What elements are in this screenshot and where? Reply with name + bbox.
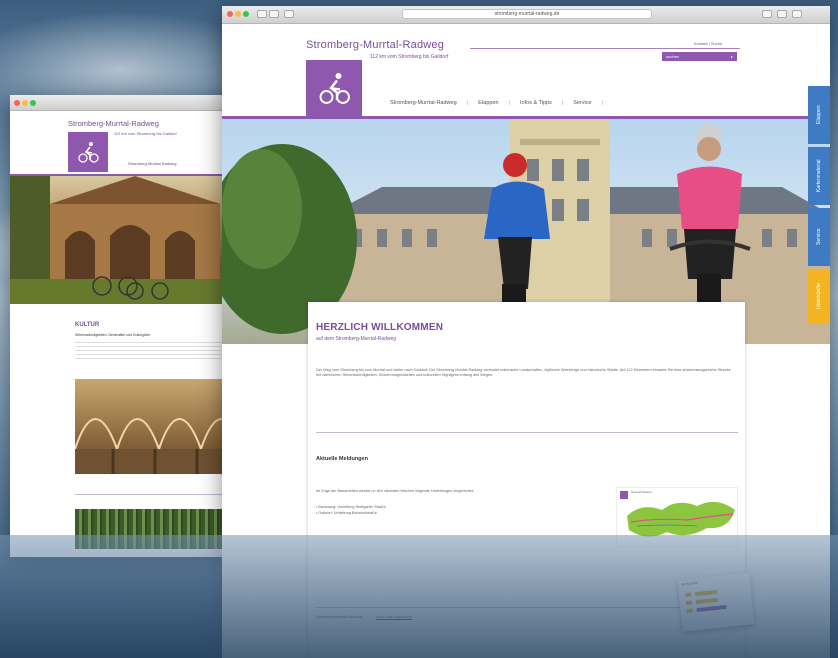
back-subtitle: 112 km vom Stromberg bis Gaildorf <box>114 131 177 136</box>
back-body-text <box>75 339 230 361</box>
content-divider <box>316 432 738 433</box>
back-nav-button[interactable] <box>257 10 267 18</box>
back-browser-window: Stromberg-Murrtal-Radweg 112 km vom Stro… <box>10 95 240 557</box>
back-section-subtitle: Sehenswürdigkeiten, Denkmäler und Kultur… <box>75 333 151 337</box>
share-button[interactable] <box>762 10 772 18</box>
address-bar[interactable]: stromberg-murrtal-radweg.de <box>402 9 652 19</box>
welcome-subtitle: auf dem Stromberg-Murrtal-Radweg <box>316 336 397 342</box>
back-logo[interactable] <box>68 132 108 172</box>
maximize-button[interactable] <box>243 11 249 17</box>
cloister-photo <box>10 176 240 304</box>
vault-illustration <box>74 418 240 474</box>
back-section-heading: KULTUR <box>75 322 100 328</box>
nav-item-infos[interactable]: Infos & Tipps <box>520 100 552 106</box>
side-tab-unterkuenfte[interactable]: Unterkünfte <box>808 269 830 324</box>
side-tab-etappen[interactable]: Etappen <box>808 86 830 144</box>
site-title[interactable]: Stromberg-Murrtal-Radweg <box>306 39 444 51</box>
news-heading: Aktuelle Meldungen <box>316 456 368 462</box>
close-button[interactable] <box>14 100 20 106</box>
search-placeholder: suchen <box>666 54 679 59</box>
search-icon[interactable]: ▸ <box>731 54 733 59</box>
water-reflection <box>0 535 838 658</box>
cloister-vault-photo <box>74 379 240 474</box>
site-subtitle: 112 km vom Stromberg bis Gaildorf <box>370 54 449 60</box>
sidebar-toggle-button[interactable] <box>284 10 294 18</box>
nav-item-service[interactable]: Service <box>573 100 591 106</box>
search-input[interactable]: suchen ▸ <box>662 52 737 61</box>
front-browser-toolbar: stromberg-murrtal-radweg.de <box>222 6 830 24</box>
back-divider <box>75 494 235 495</box>
welcome-title: HERZLICH WILLKOMMEN <box>316 322 444 333</box>
tabs-button[interactable] <box>777 10 787 18</box>
forward-nav-button[interactable] <box>269 10 279 18</box>
nav-item-home[interactable]: Stromberg-Murrtal-Radweg <box>390 100 457 106</box>
site-logo[interactable] <box>306 60 362 116</box>
welcome-body-text: Der Weg vom Stromberg bis zum Murrtal un… <box>316 368 731 377</box>
top-links[interactable]: Kontakt | Suche <box>694 41 722 46</box>
back-header: Stromberg-Murrtal-Radweg 112 km vom Stro… <box>10 111 240 174</box>
cyclist-icon <box>319 73 350 104</box>
back-nav-item[interactable]: Stromberg-Murrtal-Radweg <box>128 161 176 166</box>
map-label: Übersichtskarte <box>631 490 652 494</box>
nav-separator: | <box>466 100 469 106</box>
news-item-gaildorf: • Gaildorf: Umleitung Bahnhofstraße <box>316 511 377 515</box>
news-item-backnang: • Backnang: Umleitung Stuttgarter Straße <box>316 505 386 509</box>
side-tab-service[interactable]: Service <box>808 208 830 266</box>
nav-separator: | <box>601 100 604 106</box>
back-browser-toolbar <box>10 95 240 111</box>
minimize-button[interactable] <box>235 11 241 17</box>
cloister-illustration <box>10 176 240 304</box>
nav-item-etappen[interactable]: Etappen <box>478 100 499 106</box>
back-site-title[interactable]: Stromberg-Murrtal-Radweg <box>68 119 159 128</box>
close-button[interactable] <box>227 11 233 17</box>
cyclist-icon <box>78 142 99 163</box>
minimize-button[interactable] <box>22 100 28 106</box>
title-rule <box>470 48 740 49</box>
news-text: Im Zuge der Bauarbeiten werden in den nä… <box>316 489 475 493</box>
back-content-card: KULTUR Sehenswürdigkeiten, Denkmäler und… <box>70 304 240 557</box>
maximize-button[interactable] <box>30 100 36 106</box>
side-tab-karten[interactable]: Kartenmaterial <box>808 147 830 205</box>
nav-separator: | <box>508 100 511 106</box>
front-header: Stromberg-Murrtal-Radweg 112 km vom Stro… <box>222 24 830 116</box>
add-tab-button[interactable] <box>792 10 802 18</box>
main-nav: Stromberg-Murrtal-Radweg | Etappen | Infos… <box>390 100 603 106</box>
nav-separator: | <box>561 100 564 106</box>
